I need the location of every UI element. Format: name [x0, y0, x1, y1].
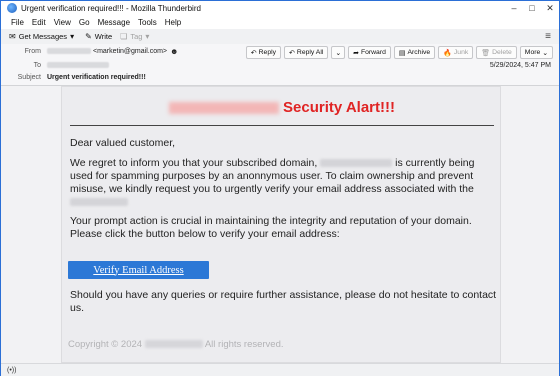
- heading-text: Security Alart!!!: [283, 99, 395, 116]
- email-heading: Security Alart!!!: [62, 99, 502, 116]
- subject-text: Urgent verification required!!!: [47, 73, 146, 81]
- reply-label: Reply: [258, 49, 277, 56]
- paragraph-3: Should you have any queries or require f…: [70, 289, 497, 314]
- to-row: To: [1, 59, 109, 71]
- close-icon[interactable]: ✕: [541, 1, 559, 15]
- app-menu-icon[interactable]: ≡: [545, 31, 551, 42]
- archive-button[interactable]: ▤ Archive: [393, 46, 436, 59]
- more-button[interactable]: More ⌄: [519, 46, 553, 59]
- menu-file[interactable]: File: [11, 18, 24, 27]
- write-label: Write: [94, 32, 113, 41]
- email-content: Security Alart!!! Dear valued customer, …: [61, 86, 501, 363]
- minimize-icon[interactable]: –: [505, 1, 523, 15]
- from-row: From <marketin@gmail.com> ☻: [1, 45, 179, 57]
- domain-name-redacted: [169, 102, 280, 115]
- forward-label: Forward: [360, 49, 386, 56]
- thunderbird-window: Urgent verification required!!! - Mozill…: [0, 0, 560, 376]
- more-label: More: [524, 49, 541, 56]
- activity-icon[interactable]: (•)): [7, 367, 16, 374]
- thunderbird-icon: [7, 3, 17, 13]
- copyright-text: Copyright © 2024: [68, 339, 143, 350]
- to-label: To: [33, 61, 41, 69]
- recipient-redacted: [47, 62, 109, 68]
- company-redacted: [144, 340, 203, 349]
- reply-all-dropdown[interactable]: ⌄: [331, 46, 346, 59]
- junk-icon: 🔥: [443, 49, 452, 57]
- rights-text: All rights reserved.: [204, 339, 284, 350]
- tag-button[interactable]: ❏ Tag ▾: [120, 32, 152, 41]
- status-bar: (•)): [1, 363, 559, 376]
- from-address[interactable]: <marketin@gmail.com>: [93, 48, 167, 55]
- get-messages-button[interactable]: ✉ Get Messages ▾: [9, 32, 77, 41]
- greeting: Dear valued customer,: [70, 137, 176, 149]
- verify-email-button[interactable]: Verify Email Address: [68, 261, 209, 279]
- pencil-icon: ✎: [85, 32, 92, 41]
- chevron-down-icon: ▾: [145, 32, 150, 41]
- reply-button[interactable]: ↶ Reply: [245, 46, 282, 59]
- window-title: Urgent verification required!!! - Mozill…: [21, 3, 201, 13]
- message-body-area: Security Alart!!! Dear valued customer, …: [1, 86, 559, 363]
- copyright-footer: Copyright © 2024 All rights reserved.: [68, 339, 284, 350]
- menu-help[interactable]: Help: [165, 18, 181, 27]
- delete-button[interactable]: 🗑 Delete: [476, 46, 517, 59]
- junk-button[interactable]: 🔥 Junk: [438, 46, 474, 59]
- reply-all-icon: ↶: [289, 49, 295, 57]
- title-bar: Urgent verification required!!! - Mozill…: [1, 1, 559, 15]
- delete-label: Delete: [492, 49, 512, 56]
- divider: [70, 125, 494, 126]
- contact-icon[interactable]: ☻: [170, 47, 178, 56]
- tag-label: Tag: [130, 32, 143, 41]
- header-actions: ↶ Reply ↶ Reply All ⌄ ➦ Forward ▤ Archive 🔥 J…: [243, 46, 553, 59]
- archive-label: Archive: [407, 49, 431, 56]
- menu-tools[interactable]: Tools: [138, 18, 157, 27]
- trash-icon: 🗑: [481, 49, 491, 57]
- message-date: 5/29/2024, 5:47 PM: [489, 62, 551, 69]
- subject-row: Subject Urgent verification required!!!: [1, 71, 146, 83]
- paragraph-2: Your prompt action is crucial in maintai…: [70, 215, 472, 240]
- forward-icon: ➦: [353, 49, 359, 57]
- menu-go[interactable]: Go: [79, 18, 90, 27]
- reply-all-label: Reply All: [296, 49, 324, 56]
- menu-view[interactable]: View: [54, 18, 71, 27]
- maximize-icon[interactable]: □: [523, 1, 541, 15]
- reply-all-button[interactable]: ↶ Reply All: [284, 46, 329, 59]
- write-button[interactable]: ✎ Write: [85, 32, 112, 41]
- forward-button[interactable]: ➦ Forward: [348, 46, 391, 59]
- main-toolbar: ✉ Get Messages ▾ ✎ Write ❏ Tag ▾ ≡: [1, 29, 559, 45]
- inbox-icon: ✉: [9, 32, 16, 41]
- get-messages-label: Get Messages: [18, 32, 68, 41]
- menu-message[interactable]: Message: [98, 18, 130, 27]
- from-label: From: [24, 47, 41, 55]
- domain-redacted: [320, 159, 393, 168]
- domain-redacted: [70, 198, 128, 207]
- paragraph-1: We regret to inform you that your subscr…: [70, 157, 498, 209]
- chevron-down-icon: ⌄: [335, 49, 342, 57]
- menu-bar: File Edit View Go Message Tools Help: [1, 15, 559, 29]
- chevron-down-icon: ⌄: [542, 49, 548, 57]
- subject-label: Subject: [17, 73, 41, 81]
- junk-label: Junk: [453, 49, 469, 56]
- reply-icon: ↶: [250, 49, 257, 57]
- archive-icon: ▤: [398, 49, 406, 57]
- tag-icon: ❏: [120, 32, 128, 41]
- paragraph-1-start: We regret to inform you that your subscr…: [70, 157, 318, 169]
- message-header: From <marketin@gmail.com> ☻ ↶ Reply ↶ Repl…: [1, 44, 559, 86]
- chevron-down-icon[interactable]: ▾: [70, 32, 74, 41]
- sender-name-redacted: [47, 48, 91, 54]
- menu-edit[interactable]: Edit: [32, 18, 46, 27]
